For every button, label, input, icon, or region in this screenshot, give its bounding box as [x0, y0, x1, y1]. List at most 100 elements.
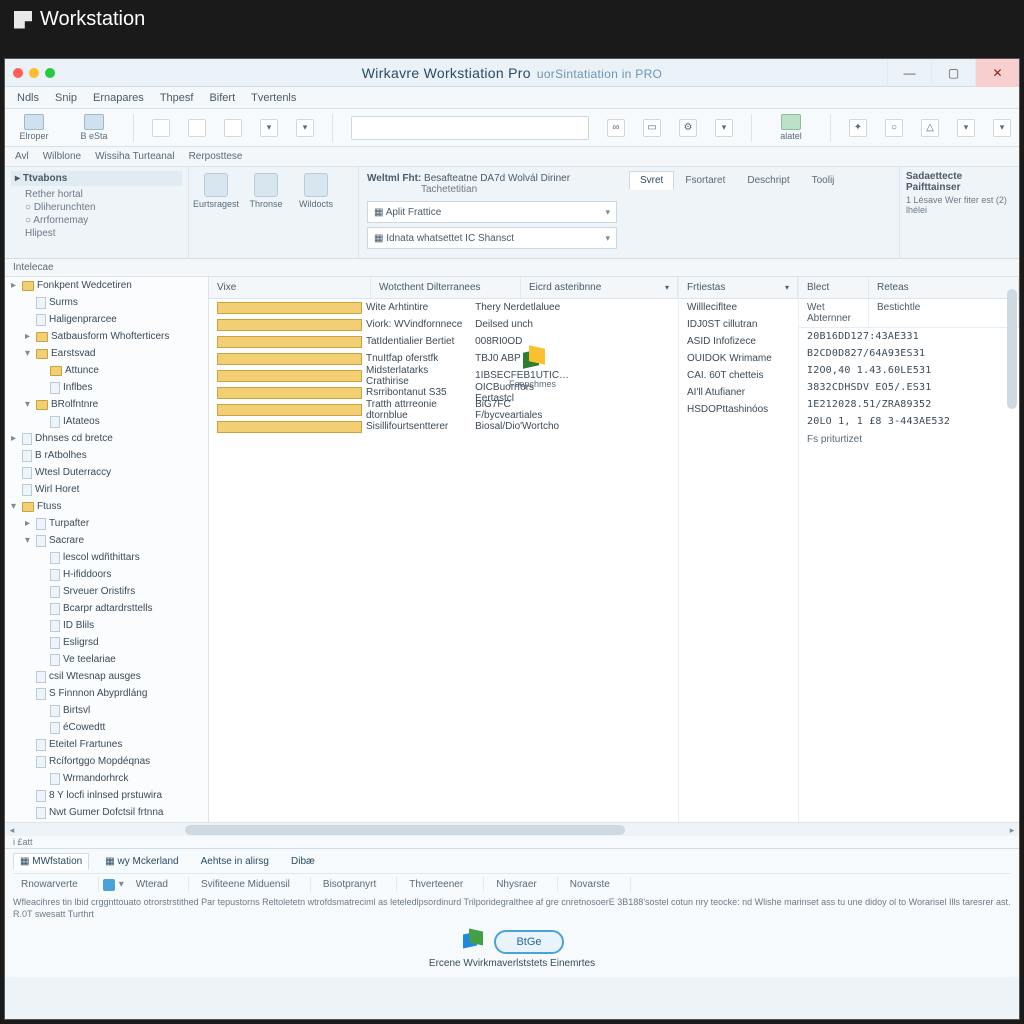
context-item[interactable]: Wilblone	[43, 151, 81, 162]
table-row[interactable]: SisillifourtsenttererBiosal/Dio'Wortcho	[209, 418, 678, 435]
tool-dropdown[interactable]	[957, 119, 975, 137]
tree-node[interactable]: lescol wdñthittars	[5, 549, 208, 566]
toolbar-group[interactable]: Elroper	[13, 114, 55, 141]
menu-item[interactable]: Tvertenls	[245, 90, 302, 106]
tree-node[interactable]: éCowedtt	[5, 719, 208, 736]
tool-dropdown[interactable]	[993, 119, 1011, 137]
tree-node[interactable]: 8 Y locfi inlnsed prstuwira	[5, 787, 208, 804]
scroll-left-icon[interactable]: ◂	[5, 823, 19, 837]
context-item[interactable]: Wissiha Turteanal	[95, 151, 174, 162]
table-row[interactable]: 3832CDHSDV EO5/.ES31	[799, 379, 1019, 396]
panel-item[interactable]: ○ Dliherunchten	[11, 201, 182, 214]
tree-node[interactable]: ID Blils	[5, 617, 208, 634]
tool-button[interactable]: ○	[885, 119, 903, 137]
preview-thumbnail[interactable]: Feepchmes	[509, 347, 556, 389]
table-row[interactable]: Midsterlatarks Crathirise1IBSECFEB1UTICl…	[209, 367, 678, 384]
table-row[interactable]: Viork: WVindfornneceDeilsed unch	[209, 316, 678, 333]
table-row[interactable]: Wite ArhtintireThery Nerdetlaluee	[209, 299, 678, 316]
filter-item[interactable]: Nhysraer	[488, 877, 558, 892]
tool-button[interactable]: ✦	[849, 119, 867, 137]
column-header[interactable]: Vixe	[209, 277, 371, 298]
status-tab[interactable]: ▦ wy Mckerland	[99, 854, 184, 869]
panel-item[interactable]: ○ Arrfornemay	[11, 214, 182, 227]
table-row[interactable]: Willlecifltee	[679, 299, 798, 316]
toolbar-group[interactable]: alatel	[770, 114, 812, 141]
tool-button[interactable]: ∞	[607, 119, 625, 137]
menu-item[interactable]: Thpesf	[154, 90, 200, 106]
tree-node[interactable]: Wtesl Duterraccy	[5, 464, 208, 481]
context-item[interactable]: Rerposttese	[189, 151, 243, 162]
tree-node[interactable]: Wirl Horet	[5, 481, 208, 498]
menu-item[interactable]: Ndls	[11, 90, 45, 106]
tree-node[interactable]: IAtateos	[5, 413, 208, 430]
column-header[interactable]: Frtiestas	[679, 277, 798, 298]
panel-item[interactable]: Hlipest	[11, 227, 182, 240]
menu-item[interactable]: Bifert	[203, 90, 241, 106]
tool-button[interactable]	[224, 119, 242, 137]
table-row[interactable]: CAI. 60T chetteis	[679, 367, 798, 384]
panel-item[interactable]: Rether hortal	[11, 188, 182, 201]
tool-button[interactable]: ▭	[643, 119, 661, 137]
table-row[interactable]: 1E212028.51/ZRA89352	[799, 396, 1019, 413]
toolbar-group[interactable]: B eSta	[73, 114, 115, 141]
ribbon-tool[interactable]: Thronse	[245, 173, 287, 209]
table-row[interactable]: 20LO 1, 1 £8 3-443AE532	[799, 413, 1019, 430]
filter-item[interactable]: Svifiteene Miduensil	[193, 877, 311, 892]
tool-button[interactable]: ⚙	[679, 119, 697, 137]
ribbon-tab[interactable]: Fsortaret	[674, 171, 736, 190]
ribbon-tab[interactable]: Toolij	[801, 171, 846, 190]
filter-item[interactable]: Wterad	[128, 877, 189, 892]
tool-dropdown[interactable]	[715, 119, 733, 137]
menu-item[interactable]: Snip	[49, 90, 83, 106]
tree-node[interactable]: S Finnnon Abyprdláng	[5, 685, 208, 702]
table-row[interactable]: TatIdentialier Bertiet008RI0OD	[209, 333, 678, 350]
win-minimize-button[interactable]: —	[887, 59, 931, 87]
ribbon-tab[interactable]: Svret	[629, 171, 674, 190]
tool-button[interactable]	[188, 119, 206, 137]
tree-node[interactable]: Haligenprarcee	[5, 311, 208, 328]
table-row[interactable]: I2O0,40 1.43.60LE531	[799, 362, 1019, 379]
tree-node[interactable]: ▸Satbausform Whofterticers	[5, 328, 208, 345]
scroll-thumb[interactable]	[185, 825, 625, 835]
tree-node[interactable]: ▾Earstsvad	[5, 345, 208, 362]
tree-node[interactable]: B rAtbolhes	[5, 447, 208, 464]
tree-node[interactable]: H-ifiddoors	[5, 566, 208, 583]
tree-node[interactable]: ▸Turpafter	[5, 515, 208, 532]
table-row[interactable]: 20B16DD127:43AE331	[799, 328, 1019, 345]
tree-node[interactable]: Wrmandorhrck	[5, 770, 208, 787]
tree-panel[interactable]: ▸Fonkpent WedcetirenSurmsHaligenprarcee▸…	[5, 277, 209, 822]
table-row[interactable]: IDJ0ST cillutran	[679, 316, 798, 333]
table-row[interactable]: OUIDOK Wrimame	[679, 350, 798, 367]
tree-node[interactable]: ▾Ftuss	[5, 498, 208, 515]
address-input[interactable]	[351, 116, 589, 140]
tree-node[interactable]: Bcarpr adtardrsttells	[5, 600, 208, 617]
tool-button[interactable]: △	[921, 119, 939, 137]
status-tab[interactable]: Dibæ	[285, 854, 321, 869]
vertical-scrollbar[interactable]	[1007, 279, 1017, 820]
tree-node[interactable]: Birtsvl	[5, 702, 208, 719]
tree-node[interactable]: ▾BRolfntnre	[5, 396, 208, 413]
tree-node[interactable]: Rcífortggo Mopdéqnas	[5, 753, 208, 770]
tree-node[interactable]: ▾Sacrare	[5, 532, 208, 549]
tool-dropdown[interactable]	[260, 119, 278, 137]
column-header[interactable]: Wotcthent Dilterranees	[371, 277, 521, 298]
column-header[interactable]: Reteas	[869, 277, 1019, 298]
filter-item[interactable]: Bisotpranyrt	[315, 877, 397, 892]
table-row[interactable]: B2CD0D827/64A93ES31	[799, 345, 1019, 362]
tree-node[interactable]: ▸Dhnses cd bretce	[5, 430, 208, 447]
column-header[interactable]: Eicrd asteribnne	[521, 277, 678, 298]
tree-node[interactable]: csil Wtesnap ausges	[5, 668, 208, 685]
tree-node[interactable]: Inflbes	[5, 379, 208, 396]
ribbon-tool[interactable]: Eurtsragest	[195, 173, 237, 209]
context-item[interactable]: Avl	[15, 151, 29, 162]
tree-node[interactable]: Eteitel Frartunes	[5, 736, 208, 753]
status-tab[interactable]: ▦ MWfstation	[13, 853, 89, 870]
filter-item[interactable]: Novarste	[562, 877, 631, 892]
table-row[interactable]: AI'll Atufianer	[679, 384, 798, 401]
tree-node[interactable]: Attunce	[5, 362, 208, 379]
tree-node[interactable]: Surms	[5, 294, 208, 311]
menu-item[interactable]: Ernapares	[87, 90, 150, 106]
ribbon-tool[interactable]: Wildocts	[295, 173, 337, 209]
status-tab[interactable]: Aehtse in alirsg	[195, 854, 275, 869]
tool-button[interactable]	[152, 119, 170, 137]
